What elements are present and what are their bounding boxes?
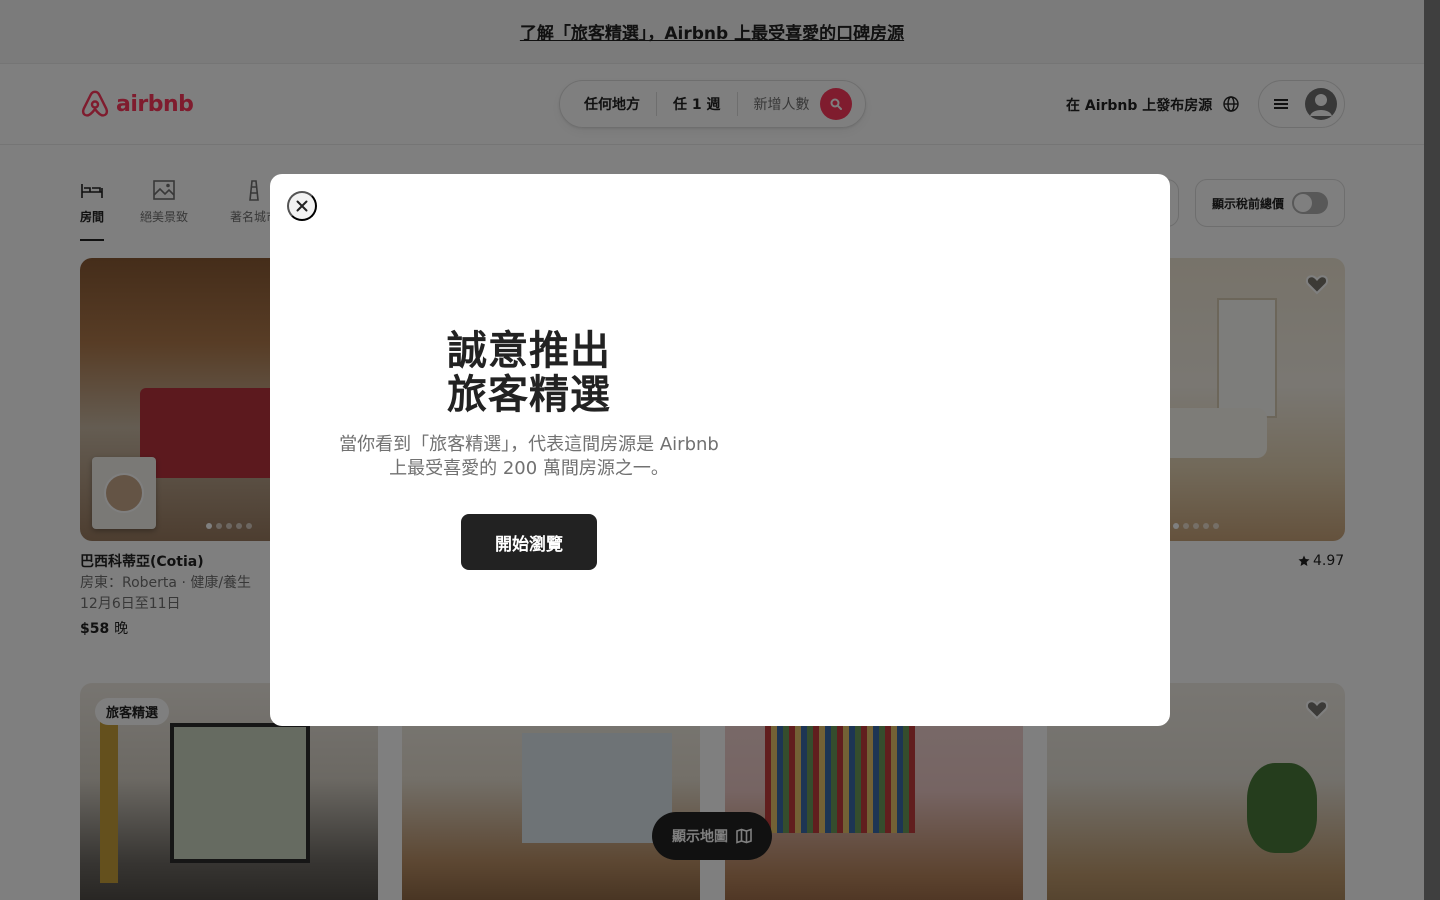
modal-title-line-2: 旅客精選 xyxy=(447,372,611,418)
modal-title-line-1: 誠意推出 xyxy=(447,328,611,374)
modal-description: 當你看到「旅客精選」，代表這間房源是 Airbnb 上最受喜愛的 200 萬間房… xyxy=(339,434,719,479)
close-button[interactable] xyxy=(287,191,317,221)
start-browsing-button[interactable]: 開始瀏覽 xyxy=(461,514,597,570)
scrollbar[interactable] xyxy=(1424,0,1440,900)
modal-title: 誠意推出 旅客精選 xyxy=(270,329,788,417)
guest-favorites-modal: 誠意推出 旅客精選 當你看到「旅客精選」，代表這間房源是 Airbnb 上最受喜… xyxy=(270,174,1170,726)
close-icon xyxy=(296,200,308,212)
